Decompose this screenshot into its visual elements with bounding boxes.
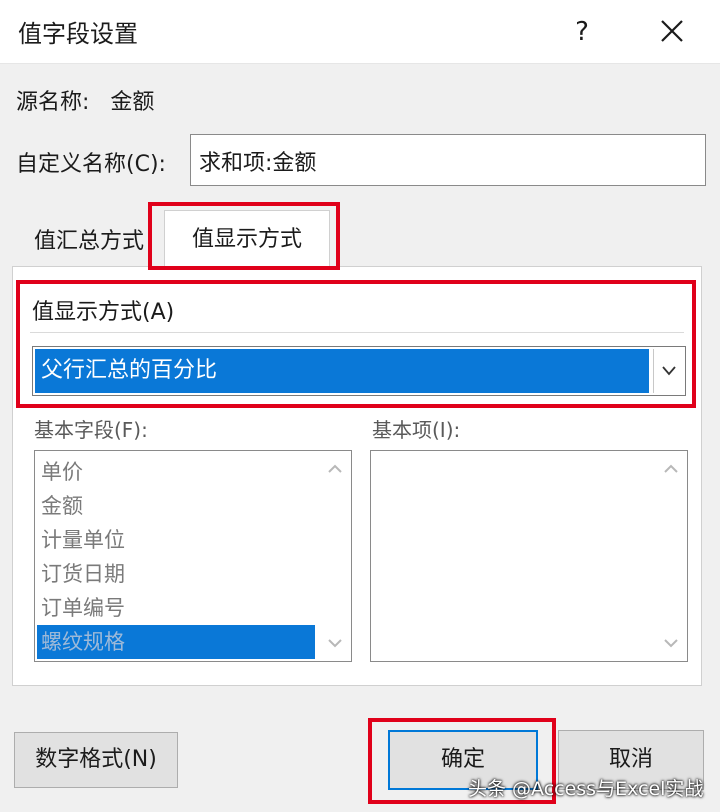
watermark: 头条 @Access与Excel实战 — [468, 778, 704, 800]
custom-name-input[interactable]: 求和项:金额 — [190, 134, 706, 186]
help-button[interactable]: ? — [552, 10, 612, 54]
source-name-label: 源名称: — [16, 90, 90, 115]
scroll-down-icon[interactable] — [659, 631, 683, 655]
show-values-as-dropdown[interactable]: 父行汇总的百分比 — [32, 346, 686, 396]
base-item-label: 基本项(I): — [372, 418, 461, 442]
list-item[interactable]: 订货日期 — [37, 557, 315, 591]
scroll-up-icon[interactable] — [323, 457, 347, 481]
source-name: 源名称: 金额 — [16, 84, 154, 116]
tab-summarize-values[interactable]: 值汇总方式 — [26, 220, 156, 264]
list-item[interactable]: 计量单位 — [37, 523, 315, 557]
custom-name-label: 自定义名称(C): — [16, 152, 166, 177]
scroll-down-icon[interactable] — [323, 631, 347, 655]
source-name-value: 金额 — [110, 90, 155, 115]
number-format-button[interactable]: 数字格式(N) — [14, 732, 178, 788]
show-values-as-selected[interactable]: 父行汇总的百分比 — [35, 349, 649, 393]
show-values-as-label: 值显示方式(A) — [32, 300, 175, 325]
chevron-down-icon — [661, 366, 676, 376]
close-icon — [661, 20, 683, 42]
base-field-list[interactable]: 单价 金额 计量单位 订货日期 订单编号 螺纹规格 — [34, 450, 352, 662]
tab-show-values-as[interactable]: 值显示方式 — [164, 210, 330, 268]
dropdown-button[interactable] — [653, 349, 683, 393]
base-item-list[interactable] — [370, 450, 688, 662]
list-item[interactable]: 金额 — [37, 489, 315, 523]
list-item[interactable]: 订单编号 — [37, 591, 315, 625]
base-field-label: 基本字段(F): — [34, 418, 148, 442]
close-button[interactable] — [640, 10, 704, 54]
list-item[interactable]: 单价 — [37, 455, 315, 489]
list-item-selected[interactable]: 螺纹规格 — [37, 625, 315, 659]
scroll-up-icon[interactable] — [659, 457, 683, 481]
divider — [30, 332, 684, 333]
dialog-title: 值字段设置 — [18, 20, 138, 48]
